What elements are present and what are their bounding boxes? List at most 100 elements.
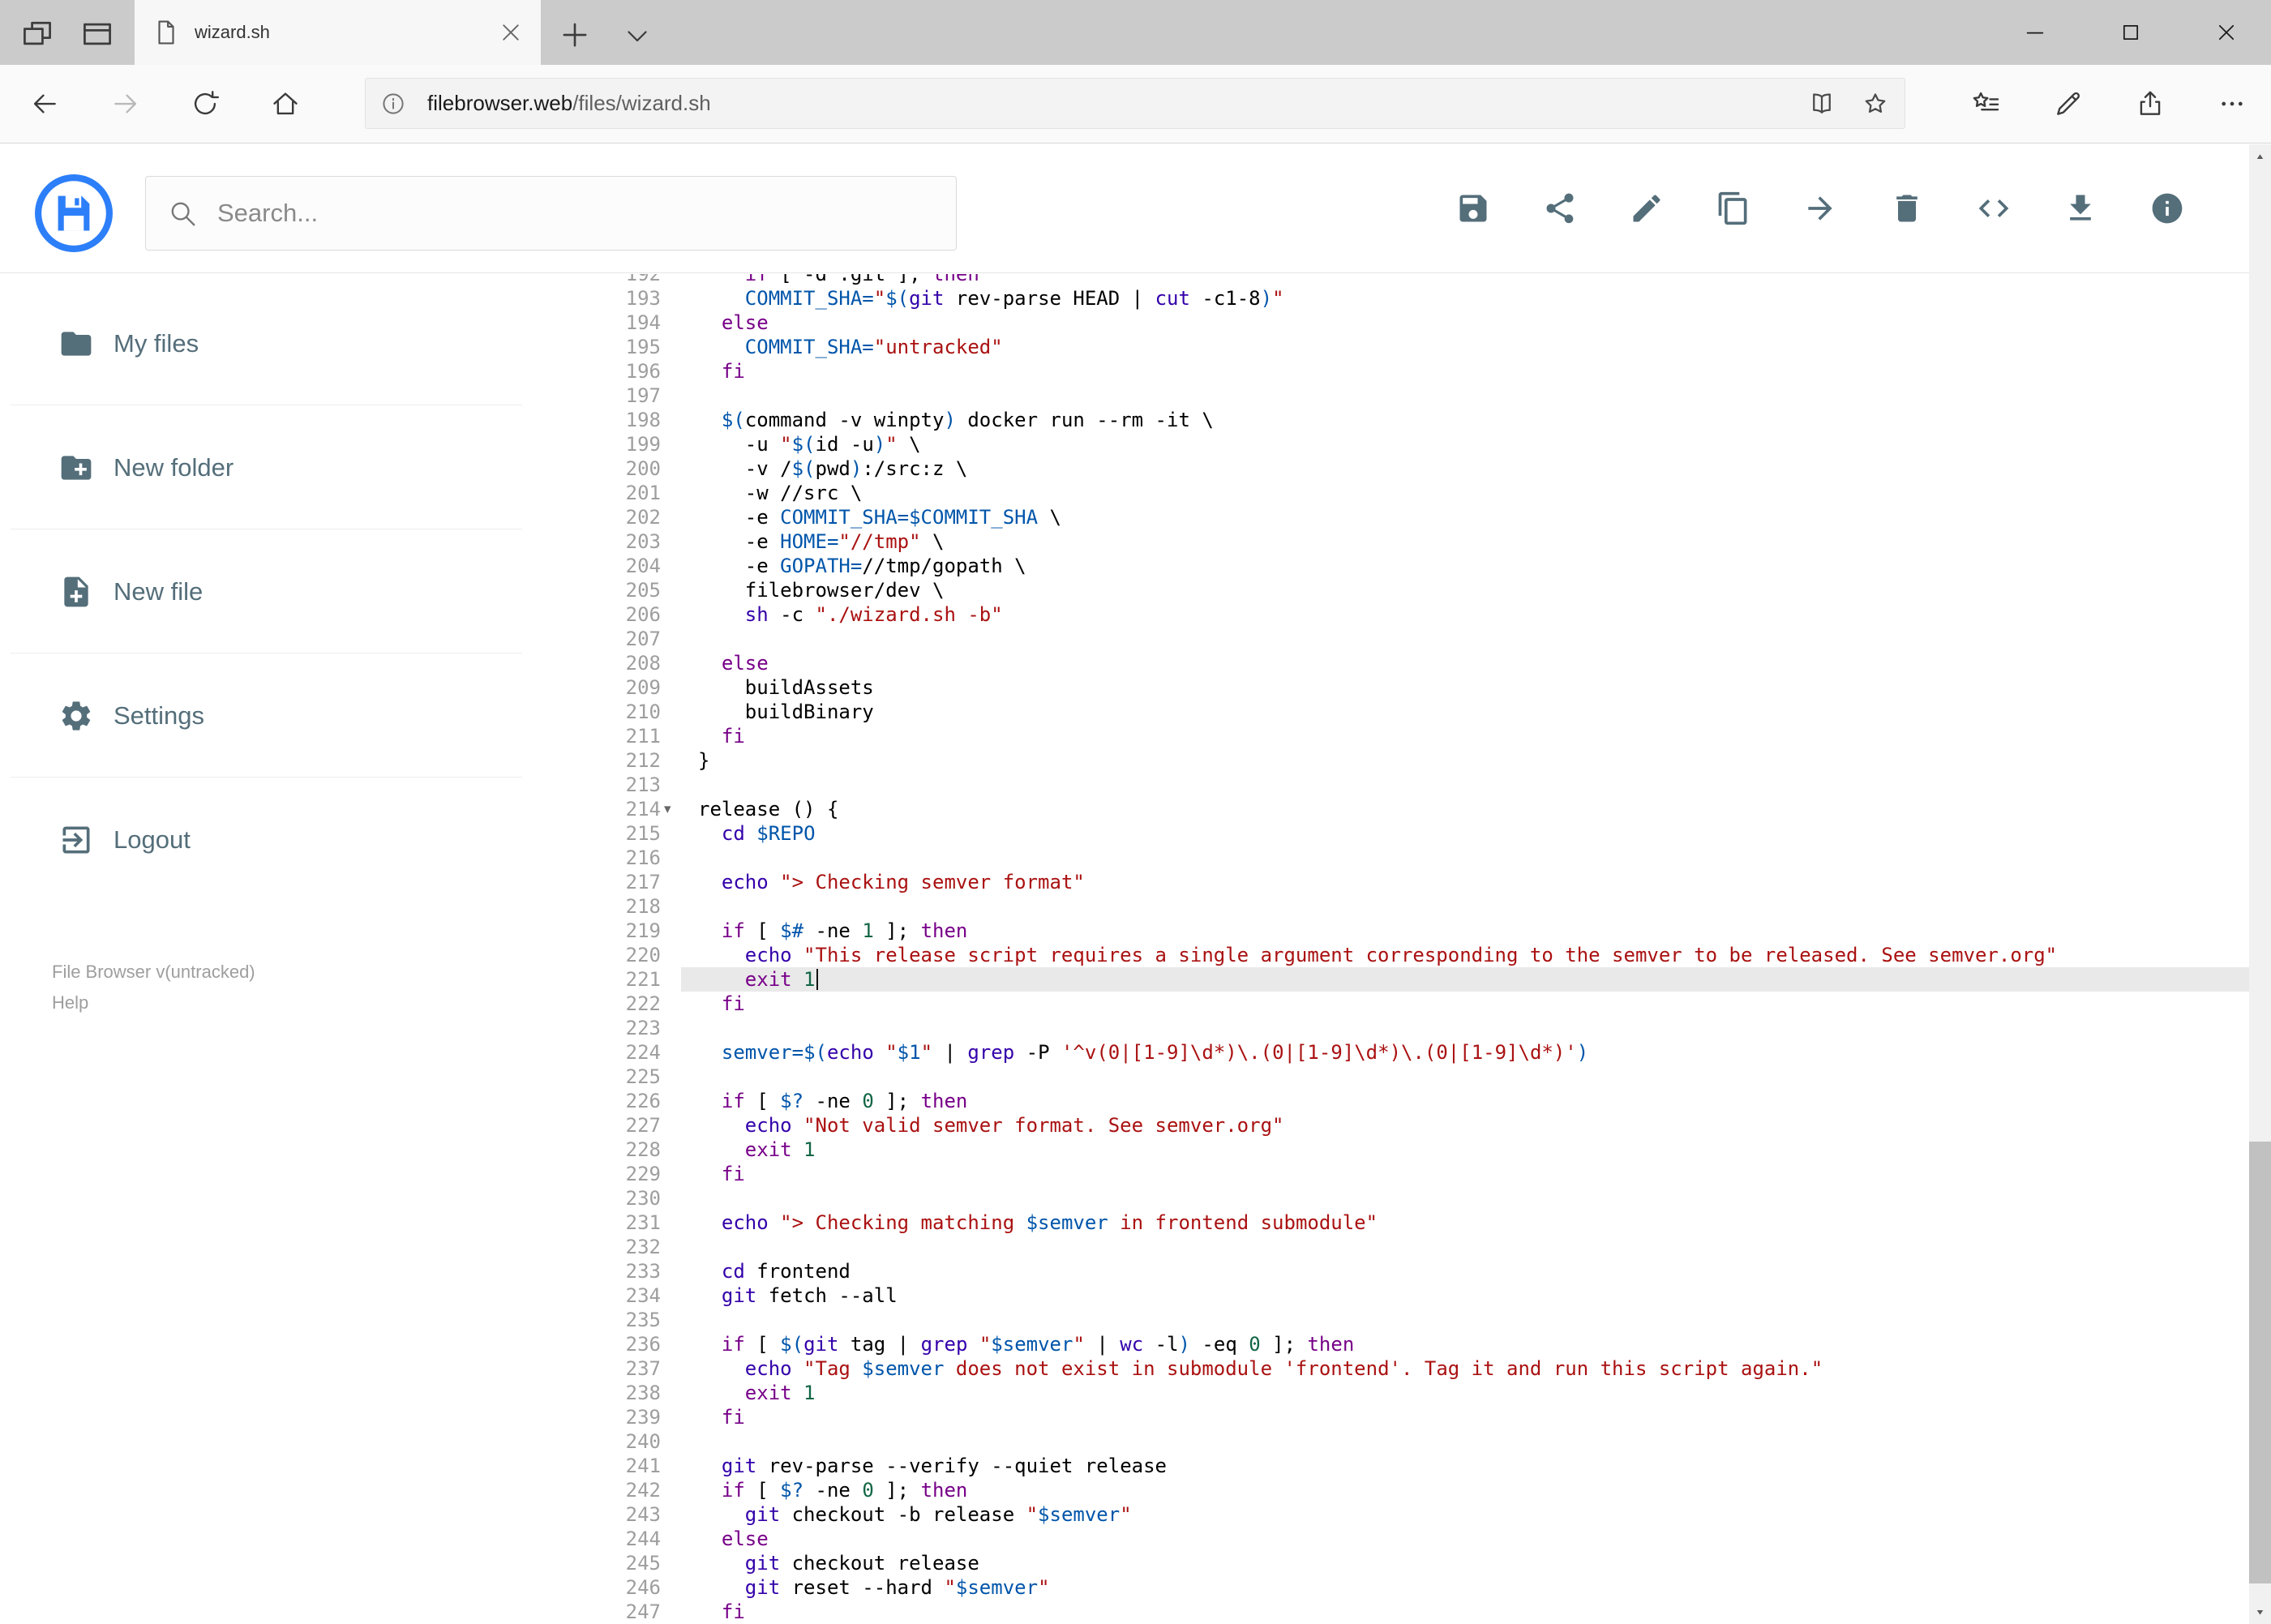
copy-button[interactable]	[1711, 186, 1756, 231]
code-line-205[interactable]: 205 filebrowser/dev \	[580, 578, 2249, 602]
filebrowser-logo[interactable]	[34, 174, 114, 253]
tab-close-icon[interactable]	[499, 20, 523, 45]
sidebar-item-new-file[interactable]: New file	[0, 529, 580, 653]
sidebar-item-my-files[interactable]: My files	[0, 281, 580, 405]
address-url[interactable]: filebrowser.web/files/wizard.sh	[427, 91, 1783, 116]
tab-preview-toggle-button[interactable]	[623, 21, 652, 50]
code-line-210[interactable]: 210 buildBinary	[580, 700, 2249, 724]
forward-button[interactable]	[103, 81, 148, 126]
code-line-196[interactable]: 196 fi	[580, 359, 2249, 384]
code-line-192[interactable]: 192 if [ -d .git ]; then	[580, 274, 2249, 286]
code-line-208[interactable]: 208 else	[580, 651, 2249, 675]
scrollbar-thumb[interactable]	[2249, 1142, 2271, 1583]
code-line-225[interactable]: 225	[580, 1065, 2249, 1089]
code-line-231[interactable]: 231 echo "> Checking matching $semver in…	[580, 1211, 2249, 1235]
new-tab-button[interactable]	[558, 18, 592, 52]
code-line-193[interactable]: 193 COMMIT_SHA="$(git rev-parse HEAD | c…	[580, 286, 2249, 311]
sidebar-item-settings[interactable]: Settings	[0, 653, 580, 778]
code-line-221[interactable]: 221 exit 1	[580, 967, 2249, 992]
tabs-preview-button[interactable]	[79, 16, 115, 52]
code-line-218[interactable]: 218	[580, 894, 2249, 919]
favorite-star-icon[interactable]	[1861, 89, 1890, 118]
code-line-202[interactable]: 202 -e COMMIT_SHA=$COMMIT_SHA \	[580, 505, 2249, 529]
save-button[interactable]	[1450, 186, 1496, 231]
code-line-220[interactable]: 220 echo "This release script requires a…	[580, 943, 2249, 967]
code-line-247[interactable]: 247 fi	[580, 1600, 2249, 1624]
code-line-224[interactable]: 224 semver=$(echo "$1" | grep -P '^v(0|[…	[580, 1040, 2249, 1065]
code-line-233[interactable]: 233 cd frontend	[580, 1259, 2249, 1283]
download-button[interactable]	[2058, 186, 2103, 231]
page-info-icon[interactable]	[380, 91, 406, 117]
code-line-214[interactable]: 214 ▾ release () {	[580, 797, 2249, 821]
search-box[interactable]	[145, 176, 957, 251]
code-line-230[interactable]: 230	[580, 1186, 2249, 1211]
code-line-239[interactable]: 239 fi	[580, 1405, 2249, 1429]
code-line-235[interactable]: 235	[580, 1308, 2249, 1332]
address-bar[interactable]: filebrowser.web/files/wizard.sh	[365, 78, 1905, 129]
code-line-243[interactable]: 243 git checkout -b release "$semver"	[580, 1502, 2249, 1527]
code-line-232[interactable]: 232	[580, 1235, 2249, 1259]
scroll-down-arrow[interactable]	[2249, 1600, 2271, 1624]
delete-button[interactable]	[1884, 186, 1930, 231]
code-line-229[interactable]: 229 fi	[580, 1162, 2249, 1186]
editor-button[interactable]	[1971, 186, 2016, 231]
code-line-203[interactable]: 203 -e HOME="//tmp" \	[580, 529, 2249, 554]
code-line-234[interactable]: 234 git fetch --all	[580, 1283, 2249, 1308]
code-line-207[interactable]: 207	[580, 627, 2249, 651]
code-line-213[interactable]: 213	[580, 773, 2249, 797]
code-line-222[interactable]: 222 fi	[580, 992, 2249, 1016]
code-line-195[interactable]: 195 COMMIT_SHA="untracked"	[580, 335, 2249, 359]
code-line-236[interactable]: 236 if [ $(git tag | grep "$semver" | wc…	[580, 1332, 2249, 1356]
code-line-201[interactable]: 201 -w //src \	[580, 481, 2249, 505]
set-tabs-aside-button[interactable]	[19, 16, 55, 52]
rename-button[interactable]	[1624, 186, 1669, 231]
code-line-199[interactable]: 199 -u "$(id -u)" \	[580, 432, 2249, 456]
code-line-217[interactable]: 217 echo "> Checking semver format"	[580, 870, 2249, 894]
code-editor[interactable]: 192 if [ -d .git ]; then 193 COMMIT_SHA="…	[580, 274, 2249, 1624]
code-line-245[interactable]: 245 git checkout release	[580, 1551, 2249, 1575]
reader-view-icon[interactable]	[1807, 89, 1836, 118]
search-input[interactable]	[217, 199, 935, 228]
info-button[interactable]	[2145, 186, 2190, 231]
code-line-216[interactable]: 216	[580, 846, 2249, 870]
code-line-209[interactable]: 209 buildAssets	[580, 675, 2249, 700]
page-scrollbar[interactable]	[2249, 144, 2271, 1624]
window-maximize-button[interactable]	[2094, 0, 2167, 65]
code-line-227[interactable]: 227 echo "Not valid semver format. See s…	[580, 1113, 2249, 1138]
code-line-206[interactable]: 206 sh -c "./wizard.sh -b"	[580, 602, 2249, 627]
help-link[interactable]: Help	[52, 988, 255, 1018]
code-line-198[interactable]: 198 $(command -v winpty) docker run --rm…	[580, 408, 2249, 432]
move-button[interactable]	[1798, 186, 1843, 231]
hub-favorites-button[interactable]	[1963, 81, 2008, 126]
code-line-200[interactable]: 200 -v /$(pwd):/src:z \	[580, 456, 2249, 481]
more-menu-button[interactable]	[2209, 81, 2255, 126]
code-line-226[interactable]: 226 if [ $? -ne 0 ]; then	[580, 1089, 2249, 1113]
sidebar-item-logout[interactable]: Logout	[0, 778, 580, 902]
code-line-194[interactable]: 194 else	[580, 311, 2249, 335]
browser-tab[interactable]: wizard.sh	[135, 0, 541, 65]
refresh-button[interactable]	[182, 81, 228, 126]
code-line-244[interactable]: 244 else	[580, 1527, 2249, 1551]
code-line-223[interactable]: 223	[580, 1016, 2249, 1040]
home-button[interactable]	[263, 81, 308, 126]
code-line-237[interactable]: 237 echo "Tag $semver does not exist in …	[580, 1356, 2249, 1381]
code-line-197[interactable]: 197	[580, 384, 2249, 408]
share-button[interactable]	[1537, 186, 1583, 231]
scroll-up-arrow[interactable]	[2249, 144, 2271, 169]
code-line-204[interactable]: 204 -e GOPATH=//tmp/gopath \	[580, 554, 2249, 578]
code-line-240[interactable]: 240	[580, 1429, 2249, 1454]
code-line-215[interactable]: 215 cd $REPO	[580, 821, 2249, 846]
code-line-238[interactable]: 238 exit 1	[580, 1381, 2249, 1405]
code-line-219[interactable]: 219 if [ $# -ne 1 ]; then	[580, 919, 2249, 943]
sidebar-item-new-folder[interactable]: New folder	[0, 405, 580, 529]
back-button[interactable]	[22, 81, 67, 126]
code-line-212[interactable]: 212}	[580, 748, 2249, 773]
code-line-241[interactable]: 241 git rev-parse --verify --quiet relea…	[580, 1454, 2249, 1478]
code-line-242[interactable]: 242 if [ $? -ne 0 ]; then	[580, 1478, 2249, 1502]
window-close-button[interactable]	[2190, 0, 2263, 65]
window-minimize-button[interactable]	[1999, 0, 2072, 65]
fold-marker-icon[interactable]: ▾	[664, 797, 671, 821]
code-line-211[interactable]: 211 fi	[580, 724, 2249, 748]
web-note-button[interactable]	[2046, 81, 2091, 126]
code-line-228[interactable]: 228 exit 1	[580, 1138, 2249, 1162]
